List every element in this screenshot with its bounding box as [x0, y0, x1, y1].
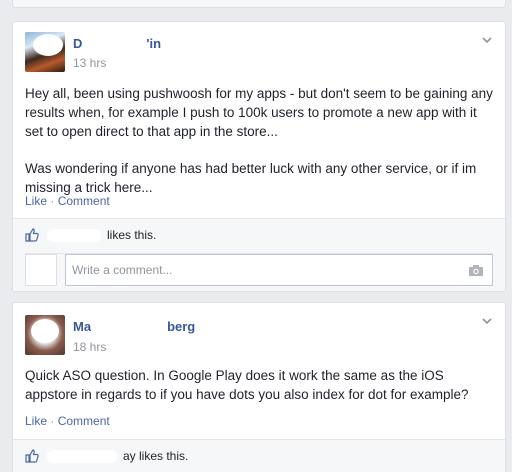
redacted-name — [82, 37, 147, 52]
avatar[interactable] — [25, 32, 65, 72]
post-card: D 'in 13 hrs Hey all, been using pushwoos… — [12, 21, 506, 292]
camera-icon[interactable] — [468, 264, 484, 277]
thumbs-up-icon — [25, 449, 39, 463]
post-timestamp[interactable]: 13 hrs — [73, 56, 106, 70]
likes-summary: likes this. — [25, 228, 156, 242]
comment-placeholder: Write a comment... — [72, 263, 173, 277]
separator: · — [50, 414, 55, 428]
post-author[interactable]: D 'in — [73, 36, 161, 52]
like-link[interactable]: Like — [25, 414, 47, 428]
author-name-start: Ma — [73, 319, 92, 334]
post-actions: Like · Comment — [25, 414, 110, 428]
comment-link[interactable]: Comment — [58, 414, 110, 428]
separator: · — [50, 194, 55, 208]
post-text: Hey all, been using pushwoosh for my app… — [25, 86, 493, 139]
feedback-section: likes this. Write a comment... — [13, 218, 505, 291]
comment-input[interactable]: Write a comment... — [65, 254, 493, 286]
post-author[interactable]: Ma berg — [73, 319, 195, 335]
post-timestamp[interactable]: 18 hrs — [73, 340, 106, 354]
author-name-end: berg — [167, 319, 196, 334]
thumbs-up-icon — [25, 228, 39, 242]
previous-post-footer — [12, 0, 506, 8]
post-card: Ma berg 18 hrs Quick ASO question. In Goo… — [12, 302, 506, 472]
author-name-end: 'in — [146, 36, 162, 51]
author-name-start: D — [73, 36, 83, 51]
likes-text: ay likes this. — [123, 449, 189, 463]
redacted-name — [91, 320, 168, 335]
chevron-down-icon[interactable] — [481, 34, 493, 46]
like-link[interactable]: Like — [25, 194, 47, 208]
post-actions: Like · Comment — [25, 194, 110, 208]
avatar — [25, 254, 57, 286]
post-text: Was wondering if anyone has had better l… — [25, 161, 477, 195]
post-text: Quick ASO question. In Google Play does … — [25, 368, 469, 402]
feedback-section: ay likes this. — [13, 439, 505, 472]
redacted-likers[interactable] — [47, 228, 101, 242]
likes-text: likes this. — [107, 228, 157, 242]
redacted-likers[interactable] — [47, 449, 117, 463]
chevron-down-icon[interactable] — [481, 315, 493, 327]
likes-summary: ay likes this. — [25, 449, 188, 463]
comment-composer: Write a comment... — [25, 253, 493, 286]
comment-link[interactable]: Comment — [58, 194, 110, 208]
avatar[interactable] — [25, 315, 65, 355]
